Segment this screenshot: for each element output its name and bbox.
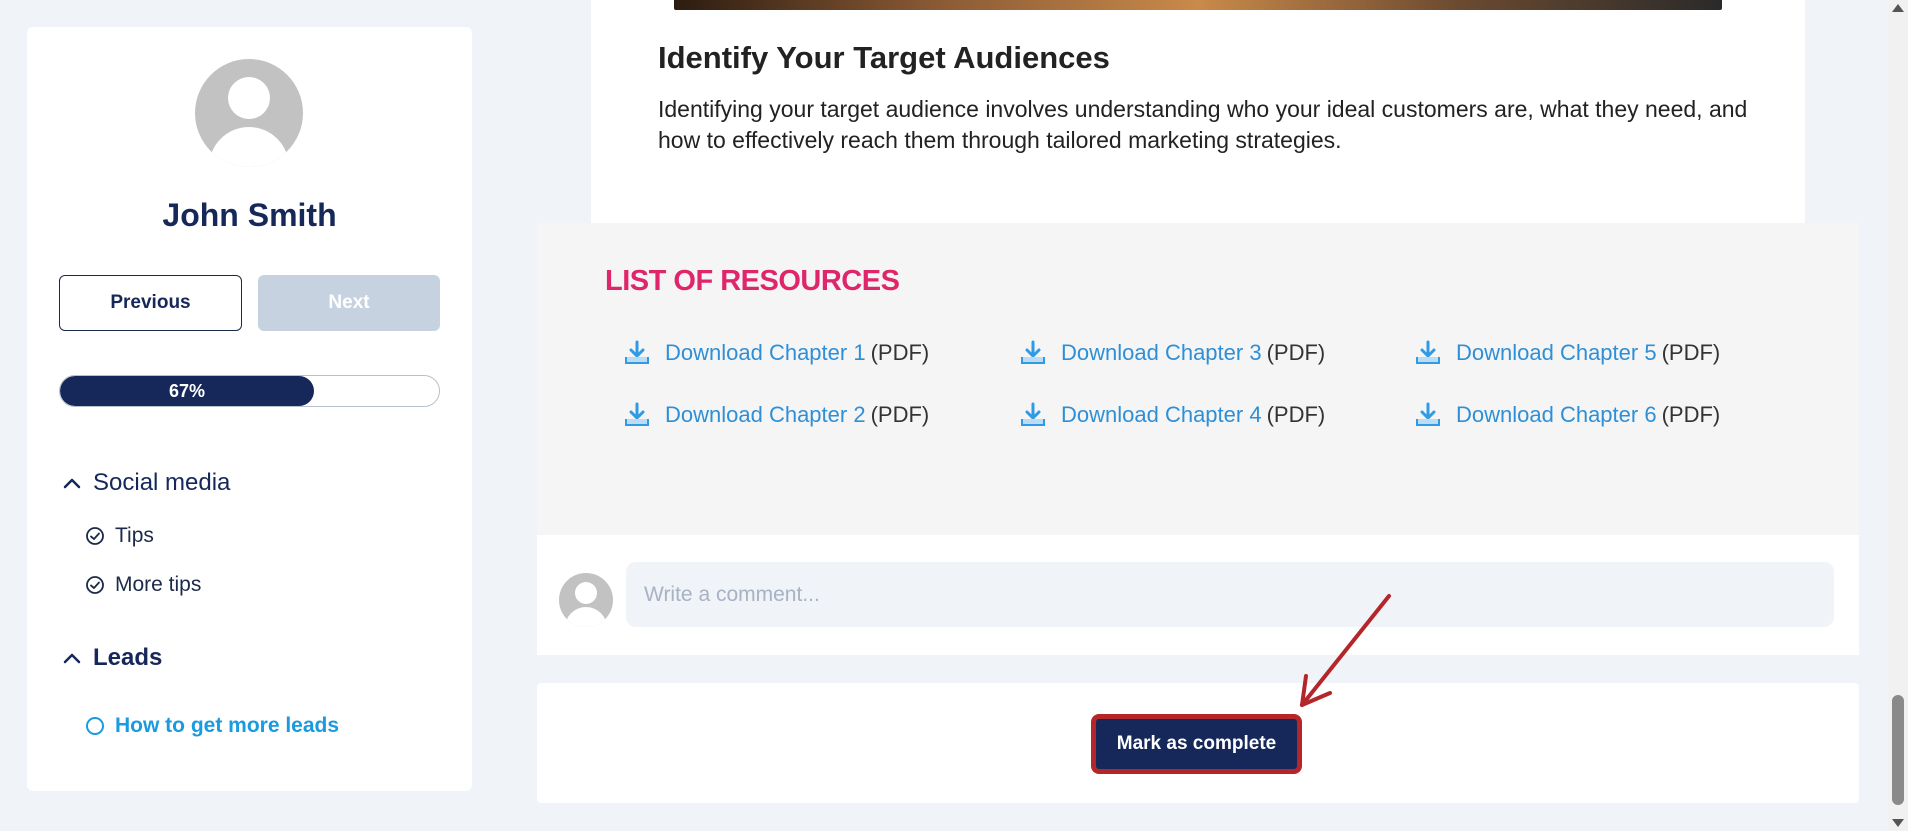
article-title: Identify Your Target Audiences bbox=[658, 40, 1110, 75]
download-icon bbox=[623, 339, 651, 367]
file-type: (PDF) bbox=[1661, 340, 1721, 365]
section-title: Social media bbox=[93, 469, 231, 496]
article-card: Identify Your Target Audiences Identifyi… bbox=[591, 0, 1805, 223]
course-sidebar: John Smith Previous Next 67% Social medi… bbox=[27, 27, 472, 791]
download-item[interactable]: Download Chapter 5 (PDF) bbox=[1414, 339, 1720, 367]
file-type: (PDF) bbox=[870, 402, 930, 427]
lesson-item-tips[interactable]: Tips bbox=[85, 524, 154, 548]
circle-icon bbox=[85, 716, 105, 736]
download-link[interactable]: Download Chapter 1 bbox=[665, 340, 866, 366]
file-type: (PDF) bbox=[1266, 340, 1326, 365]
lesson-item-how-to-get-more-leads[interactable]: How to get more leads bbox=[85, 714, 339, 738]
mark-as-complete-button[interactable]: Mark as complete bbox=[1093, 716, 1300, 772]
download-item[interactable]: Download Chapter 2 (PDF) bbox=[623, 401, 929, 429]
download-icon bbox=[1019, 339, 1047, 367]
scroll-up-arrow-icon[interactable] bbox=[1892, 4, 1904, 12]
download-icon bbox=[1019, 401, 1047, 429]
download-link[interactable]: Download Chapter 2 bbox=[665, 402, 866, 428]
lesson-item-more-tips[interactable]: More tips bbox=[85, 573, 201, 597]
lesson-label: More tips bbox=[115, 573, 202, 596]
progress-label: 67% bbox=[168, 380, 205, 401]
resources-title: LIST OF RESOURCES bbox=[605, 265, 900, 297]
check-circle-icon bbox=[85, 526, 105, 546]
page-scrollbar[interactable] bbox=[1888, 0, 1908, 831]
scroll-down-arrow-icon[interactable] bbox=[1892, 819, 1904, 827]
section-leads[interactable]: Leads bbox=[59, 644, 162, 672]
file-type: (PDF) bbox=[1266, 402, 1326, 427]
progress-fill: 67% bbox=[60, 376, 314, 406]
next-button[interactable]: Next bbox=[258, 275, 440, 331]
download-icon bbox=[1414, 339, 1442, 367]
download-icon bbox=[623, 401, 651, 429]
previous-button[interactable]: Previous bbox=[59, 275, 242, 331]
section-social-media[interactable]: Social media bbox=[59, 469, 230, 497]
download-link[interactable]: Download Chapter 4 bbox=[1061, 402, 1262, 428]
comment-box bbox=[537, 535, 1859, 655]
user-avatar-icon bbox=[195, 59, 303, 167]
download-link[interactable]: Download Chapter 5 bbox=[1456, 340, 1657, 366]
progress-bar: 67% bbox=[59, 375, 440, 407]
resources-section: LIST OF RESOURCES Download Chapter 1 (PD… bbox=[537, 223, 1859, 535]
chevron-up-icon bbox=[59, 473, 85, 493]
hero-image bbox=[674, 0, 1722, 10]
download-item[interactable]: Download Chapter 1 (PDF) bbox=[623, 339, 929, 367]
complete-box: Mark as complete bbox=[537, 683, 1859, 803]
file-type: (PDF) bbox=[870, 340, 930, 365]
user-name: John Smith bbox=[162, 197, 337, 233]
download-icon bbox=[1414, 401, 1442, 429]
lesson-label: Tips bbox=[115, 524, 154, 547]
download-link[interactable]: Download Chapter 3 bbox=[1061, 340, 1262, 366]
download-item[interactable]: Download Chapter 6 (PDF) bbox=[1414, 401, 1720, 429]
file-type: (PDF) bbox=[1661, 402, 1721, 427]
check-circle-icon bbox=[85, 575, 105, 595]
download-link[interactable]: Download Chapter 6 bbox=[1456, 402, 1657, 428]
download-item[interactable]: Download Chapter 4 (PDF) bbox=[1019, 401, 1325, 429]
article-text: Identifying your target audience involve… bbox=[658, 96, 1748, 153]
comment-input[interactable] bbox=[626, 562, 1834, 627]
lesson-label: How to get more leads bbox=[115, 714, 340, 737]
user-avatar-icon bbox=[559, 573, 613, 627]
chevron-up-icon bbox=[59, 648, 85, 668]
download-item[interactable]: Download Chapter 3 (PDF) bbox=[1019, 339, 1325, 367]
scroll-thumb[interactable] bbox=[1892, 695, 1904, 805]
section-title: Leads bbox=[93, 644, 163, 671]
